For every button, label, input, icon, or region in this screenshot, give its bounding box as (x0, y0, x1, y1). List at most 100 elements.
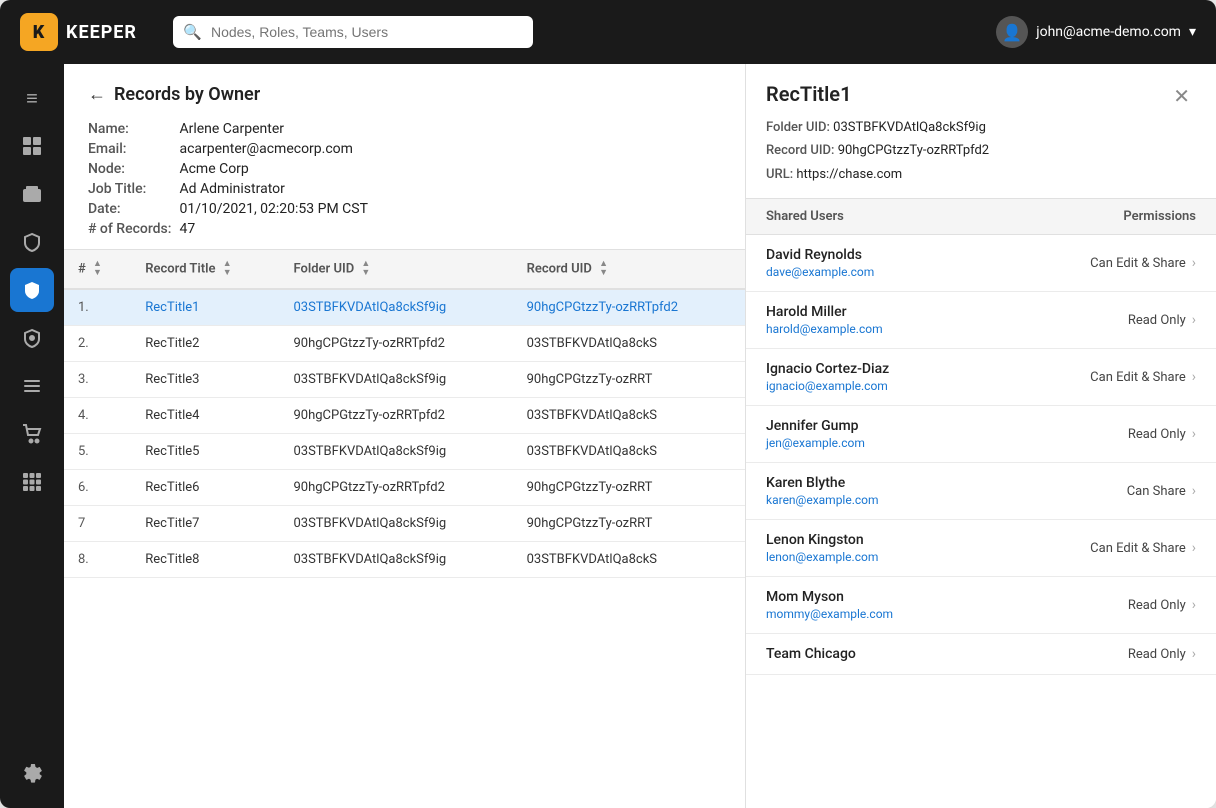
sidebar-item-grid[interactable] (10, 460, 54, 504)
search-input[interactable] (173, 16, 533, 48)
table-row[interactable]: 8.RecTitle803STBFKVDAtlQa8ckSf9ig03STBFK… (64, 542, 745, 578)
chevron-right-icon: › (1192, 255, 1196, 271)
row-record-title[interactable]: RecTitle7 (131, 506, 279, 542)
table-row[interactable]: 4.RecTitle490hgCPGtzzTy-ozRRTpfd203STBFK… (64, 398, 745, 434)
shared-user-row[interactable]: David Reynolds dave@example.com Can Edit &… (746, 235, 1216, 292)
logo-icon: K (20, 13, 58, 51)
user-area[interactable]: 👤 john@acme-demo.com ▾ (996, 16, 1196, 48)
close-button[interactable]: ✕ (1167, 82, 1196, 110)
user-name: Team Chicago (766, 646, 856, 662)
content-area: ← Records by Owner Name: Arlene Carpente… (64, 64, 1216, 808)
table-row[interactable]: 3.RecTitle303STBFKVDAtlQa8ckSf9ig90hgCPG… (64, 362, 745, 398)
user-info: David Reynolds dave@example.com (766, 247, 874, 279)
row-num: 4. (64, 398, 131, 434)
shared-user-row[interactable]: Mom Mysonmommy@example.comRead Only› (746, 577, 1216, 634)
row-folder-uid: 03STBFKVDAtlQa8ckSf9ig (279, 542, 512, 578)
user-permission: Can Edit & Share› (1090, 540, 1196, 556)
col-record-uid[interactable]: Record UID ▲▼ (513, 250, 745, 289)
node-label: Node: (88, 161, 171, 177)
user-name: David Reynolds (766, 247, 874, 263)
sidebar-item-dashboard[interactable] (10, 124, 54, 168)
permission-label: Read Only (1128, 598, 1186, 613)
user-email: harold@example.com (766, 322, 883, 336)
back-button[interactable]: ← (88, 84, 106, 105)
col-folder-uid[interactable]: Folder UID ▲▼ (279, 250, 512, 289)
shared-user-row[interactable]: Jennifer Gumpjen@example.comRead Only› (746, 406, 1216, 463)
user-email: john@acme-demo.com (1036, 24, 1181, 40)
right-panel: RecTitle1 Folder UID: 03STBFKVDAtlQa8ckS… (746, 64, 1216, 808)
chevron-right-icon: › (1192, 597, 1196, 613)
permission-label: Can Edit & Share (1090, 541, 1186, 556)
col-num[interactable]: # ▲▼ (64, 250, 131, 289)
avatar: 👤 (996, 16, 1028, 48)
sidebar-item-security[interactable] (10, 220, 54, 264)
url-label: URL: (766, 167, 793, 182)
permission-label: Can Edit & Share (1090, 370, 1186, 385)
row-folder-uid: 03STBFKVDAtlQa8ckSf9ig (279, 434, 512, 470)
job-title-value: Ad Administrator (179, 181, 721, 197)
permission-label: Can Share (1127, 484, 1186, 499)
table-row[interactable]: 6.RecTitle690hgCPGtzzTy-ozRRTpfd290hgCPG… (64, 470, 745, 506)
sidebar-item-shop[interactable] (10, 412, 54, 456)
user-info: Lenon Kingstonlenon@example.com (766, 532, 878, 564)
user-info: Team Chicago (766, 646, 856, 662)
row-folder-uid: 90hgCPGtzzTy-ozRRTpfd2 (279, 398, 512, 434)
left-panel: ← Records by Owner Name: Arlene Carpente… (64, 64, 746, 808)
user-name: Harold Miller (766, 304, 883, 320)
user-name: Jennifer Gump (766, 418, 865, 434)
sidebar-item-menu[interactable]: ≡ (10, 76, 54, 120)
row-folder-uid: 90hgCPGtzzTy-ozRRTpfd2 (279, 470, 512, 506)
sidebar-item-list[interactable] (10, 364, 54, 408)
logo-area: K KEEPER (20, 13, 137, 51)
row-record-title[interactable]: RecTitle4 (131, 398, 279, 434)
shared-user-row[interactable]: Harold Miller harold@example.com Read Only… (746, 292, 1216, 349)
user-permission: Can Edit & Share› (1090, 255, 1196, 271)
row-num: 6. (64, 470, 131, 506)
name-value: Arlene Carpenter (179, 121, 721, 137)
shared-users-col-label: Shared Users (766, 209, 844, 224)
shared-user-row[interactable]: Lenon Kingstonlenon@example.com Can Edit … (746, 520, 1216, 577)
url-value: https://chase.com (796, 167, 902, 182)
search-icon: 🔍 (183, 23, 202, 41)
meta-grid: Name: Arlene Carpenter Email: acarpenter… (88, 121, 721, 237)
permission-label: Read Only (1128, 647, 1186, 662)
sidebar-item-key[interactable] (10, 316, 54, 360)
user-email: dave@example.com (766, 265, 874, 279)
sidebar-item-settings[interactable] (10, 752, 54, 796)
shared-users-list: David Reynolds dave@example.com Can Edit &… (746, 235, 1216, 675)
row-record-title[interactable]: RecTitle6 (131, 470, 279, 506)
table-header: # ▲▼ Record Title ▲▼ Folder UID ▲▼ Recor… (64, 250, 745, 289)
row-record-uid: 90hgCPGtzzTy-ozRRT (513, 362, 745, 398)
shared-user-row[interactable]: Ignacio Cortez-Diazignacio@example.comCa… (746, 349, 1216, 406)
row-num: 5. (64, 434, 131, 470)
shared-user-row[interactable]: Team ChicagoRead Only› (746, 634, 1216, 675)
table-row[interactable]: 1.RecTitle103STBFKVDAtlQa8ckSf9ig90hgCPG… (64, 289, 745, 326)
shared-user-row[interactable]: Karen Blythekaren@example.com Can Share› (746, 463, 1216, 520)
user-info: Karen Blythekaren@example.com (766, 475, 879, 507)
shared-users-section: Shared Users Permissions David Reynoldsd… (746, 199, 1216, 808)
row-record-uid: 03STBFKVDAtlQa8ckS (513, 434, 745, 470)
row-record-title[interactable]: RecTitle3 (131, 362, 279, 398)
sidebar-item-active-shield[interactable] (10, 268, 54, 312)
records-tbody: 1.RecTitle103STBFKVDAtlQa8ckSf9ig90hgCPG… (64, 289, 745, 578)
user-name: Ignacio Cortez-Diaz (766, 361, 889, 377)
record-uid-value: 90hgCPGtzzTy-ozRRTpfd2 (838, 143, 989, 158)
table-row[interactable]: 7RecTitle703STBFKVDAtlQa8ckSf9ig90hgCPGt… (64, 506, 745, 542)
row-record-title[interactable]: RecTitle2 (131, 326, 279, 362)
permission-label: Read Only (1128, 313, 1186, 328)
row-record-title[interactable]: RecTitle8 (131, 542, 279, 578)
user-permission: Read Only› (1128, 426, 1196, 442)
col-record-title[interactable]: Record Title ▲▼ (131, 250, 279, 289)
table-row[interactable]: 2.RecTitle290hgCPGtzzTy-ozRRTpfd203STBFK… (64, 326, 745, 362)
row-record-title[interactable]: RecTitle5 (131, 434, 279, 470)
user-email: lenon@example.com (766, 550, 878, 564)
chevron-right-icon: › (1192, 369, 1196, 385)
right-panel-header: RecTitle1 Folder UID: 03STBFKVDAtlQa8ckS… (746, 64, 1216, 199)
row-record-uid: 03STBFKVDAtlQa8ckS (513, 398, 745, 434)
app-title: KEEPER (66, 22, 137, 43)
user-permission: Read Only › (1128, 597, 1196, 613)
row-record-title[interactable]: RecTitle1 (131, 289, 279, 326)
user-permission: Can Share› (1127, 483, 1196, 499)
table-row[interactable]: 5.RecTitle503STBFKVDAtlQa8ckSf9ig03STBFK… (64, 434, 745, 470)
sidebar-item-vault[interactable] (10, 172, 54, 216)
